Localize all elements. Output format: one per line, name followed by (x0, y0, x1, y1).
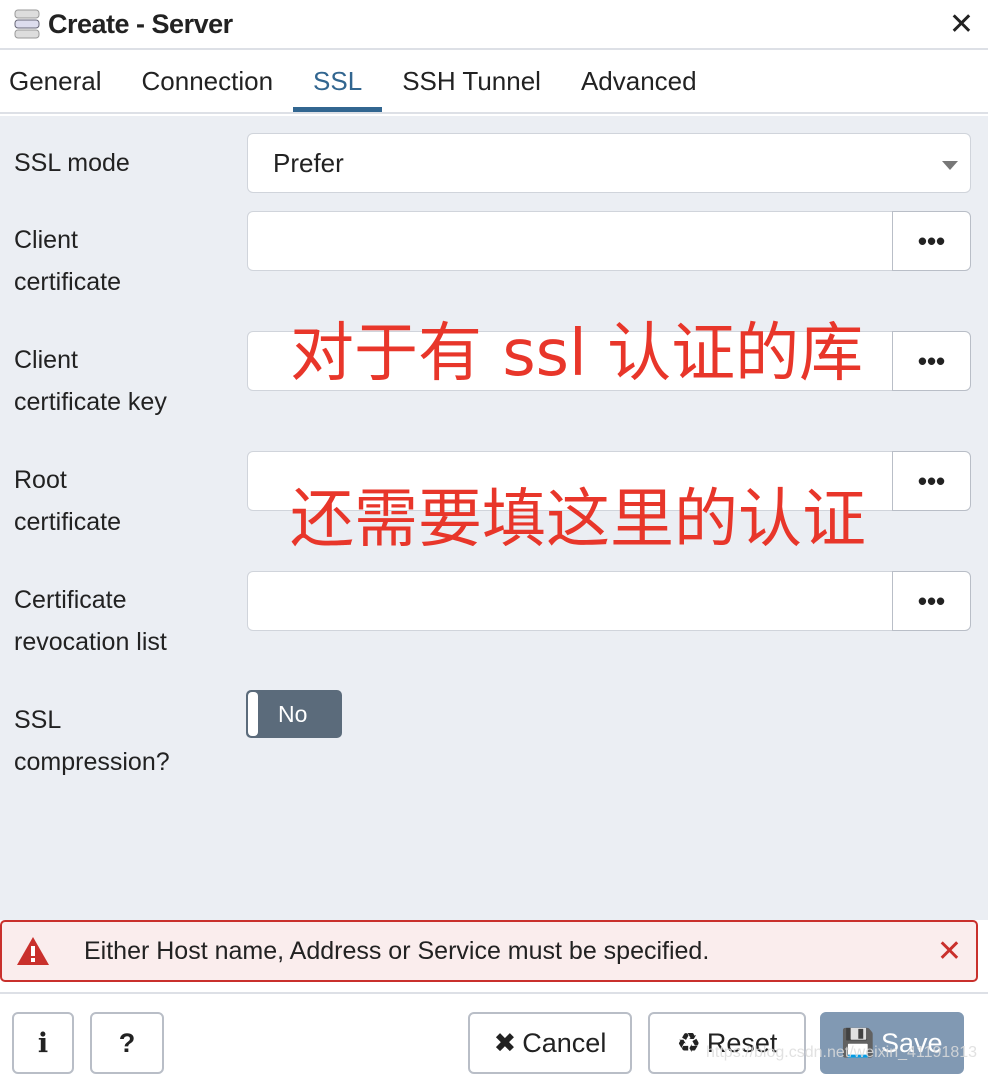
ssl-mode-select[interactable]: Prefer (247, 133, 971, 193)
annotation-text: 对于有 ssl 认证的库 (290, 317, 864, 391)
recycle-icon: ♻ (676, 1027, 701, 1058)
tab-general[interactable]: General (0, 50, 122, 112)
root-cert-label: Root certificate (14, 459, 234, 543)
cancel-button[interactable]: ✖ Cancel (468, 1012, 632, 1074)
crl-input[interactable] (247, 571, 893, 631)
label-line: SSL (14, 706, 62, 734)
client-key-browse-button[interactable]: ••• (892, 331, 971, 391)
label-line: Client (14, 346, 78, 374)
ssl-mode-label: SSL mode (14, 149, 130, 177)
dismiss-alert-icon[interactable]: ✕ (937, 934, 962, 969)
tab-bar: General Connection SSL SSH Tunnel Advanc… (0, 50, 988, 114)
close-icon[interactable]: ✕ (949, 7, 974, 42)
watermark: https://blog.csdn.net/weixin_41191813 (706, 1044, 978, 1061)
label-line: revocation list (14, 628, 167, 656)
ssl-compression-toggle[interactable]: No (246, 690, 342, 738)
client-cert-input[interactable] (247, 211, 893, 271)
reset-button[interactable]: ♻ Reset (648, 1012, 806, 1074)
crl-browse-button[interactable]: ••• (892, 571, 971, 631)
alert-message: Either Host name, Address or Service mus… (84, 936, 710, 965)
label-line: Client (14, 226, 78, 254)
tab-connection[interactable]: Connection (122, 50, 294, 112)
client-key-label: Client certificate key (14, 339, 234, 423)
label-line: compression? (14, 748, 170, 776)
ssl-mode-value: Prefer (273, 147, 344, 178)
label-line: Root (14, 466, 67, 494)
cancel-label: Cancel (522, 1027, 607, 1058)
title-bar: Create - Server ✕ (0, 0, 988, 50)
label-line: Certificate (14, 586, 127, 614)
dialog-title: Create - Server (48, 8, 233, 39)
tab-advanced[interactable]: Advanced (561, 50, 717, 112)
crl-label: Certificate revocation list (14, 579, 234, 663)
tab-ssh-tunnel[interactable]: SSH Tunnel (382, 50, 561, 112)
error-alert: Either Host name, Address or Service mus… (0, 920, 978, 982)
toggle-knob (248, 692, 258, 736)
tab-ssl[interactable]: SSL (293, 50, 383, 112)
save-button[interactable]: 💾 Save (820, 1012, 964, 1074)
info-button[interactable]: i (12, 1012, 74, 1074)
root-cert-browse-button[interactable]: ••• (892, 451, 971, 511)
close-icon: ✖ (493, 1027, 517, 1058)
label-line: certificate (14, 268, 121, 296)
client-cert-label: Client certificate (14, 219, 234, 303)
crl-field: ••• (247, 571, 971, 631)
toggle-label: No (278, 700, 308, 727)
ssl-compression-label: SSL compression? (14, 699, 234, 783)
client-cert-browse-button[interactable]: ••• (892, 211, 971, 271)
help-button[interactable]: ? (90, 1012, 164, 1074)
server-icon (14, 9, 40, 39)
label-line: certificate key (14, 388, 167, 416)
label-line: certificate (14, 508, 121, 536)
annotation-text: 还需要填这里的认证 (290, 483, 866, 557)
warning-icon (17, 937, 49, 965)
client-cert-field: ••• (247, 211, 971, 271)
caret-down-icon (942, 161, 958, 170)
